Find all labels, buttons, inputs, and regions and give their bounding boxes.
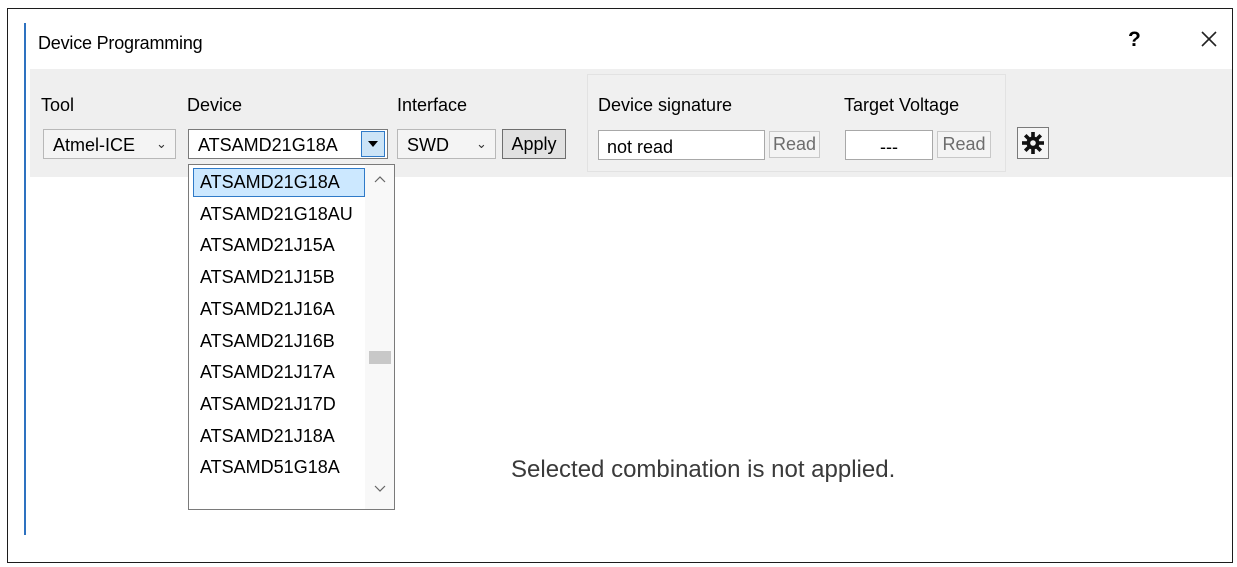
device-signature-field: not read	[598, 130, 765, 160]
window-title: Device Programming	[38, 33, 203, 53]
device-label: Device	[187, 95, 243, 115]
close-icon[interactable]	[1196, 26, 1222, 52]
target-voltage-field: ---	[845, 130, 933, 160]
device-select-value: ATSAMD21G18A	[198, 135, 338, 155]
chevron-up-icon	[374, 176, 385, 183]
read-voltage-button[interactable]: Read	[937, 131, 991, 158]
dropdown-item[interactable]: ATSAMD21J16B	[193, 327, 365, 356]
chevron-down-icon: ⌄	[476, 136, 487, 151]
tool-label: Tool	[41, 95, 75, 115]
device-dropdown-button[interactable]	[361, 131, 385, 157]
apply-button[interactable]: Apply	[502, 129, 566, 159]
dropdown-item[interactable]: ATSAMD21J18A	[193, 422, 365, 451]
accent-line	[24, 23, 26, 535]
dropdown-item[interactable]: ATSAMD21G18AU	[193, 200, 365, 229]
dropdown-item[interactable]: ATSAMD51G18A	[193, 453, 365, 482]
help-icon[interactable]: ?	[1128, 28, 1141, 52]
tool-select-value: Atmel-ICE	[53, 135, 136, 155]
read-signature-button[interactable]: Read	[769, 131, 820, 158]
dropdown-item[interactable]: ATSAMD21J17A	[193, 358, 365, 387]
dropdown-item[interactable]: ATSAMD21J15B	[193, 263, 365, 292]
device-signature-label: Device signature	[598, 95, 733, 115]
tool-select[interactable]: Atmel-ICE ⌄	[43, 129, 176, 159]
gear-icon	[1022, 132, 1044, 154]
interface-select-value: SWD	[407, 135, 449, 155]
target-voltage-label: Target Voltage	[844, 95, 960, 115]
device-select[interactable]: ATSAMD21G18A	[188, 129, 388, 159]
dropdown-scrollbar[interactable]	[365, 165, 394, 509]
dropdown-item[interactable]: ATSAMD21J16A	[193, 295, 365, 324]
dropdown-item[interactable]: ATSAMD21J17D	[193, 390, 365, 419]
interface-label: Interface	[397, 95, 468, 115]
device-dropdown-list[interactable]: ATSAMD21G18A ATSAMD21G18AU ATSAMD21J15A ATS…	[188, 164, 395, 510]
interface-select[interactable]: SWD ⌄	[397, 129, 496, 159]
status-message: Selected combination is not applied.	[511, 456, 896, 483]
dropdown-arrow-icon	[368, 141, 378, 147]
settings-button[interactable]	[1017, 127, 1049, 159]
dropdown-item[interactable]: ATSAMD21J15A	[193, 231, 365, 260]
scroll-thumb[interactable]	[369, 351, 391, 364]
scroll-up-button[interactable]	[365, 167, 394, 191]
dropdown-item[interactable]: ATSAMD21G18A	[193, 168, 365, 197]
scroll-down-button[interactable]	[365, 477, 394, 501]
chevron-down-icon	[374, 485, 385, 492]
chevron-down-icon: ⌄	[156, 136, 167, 151]
